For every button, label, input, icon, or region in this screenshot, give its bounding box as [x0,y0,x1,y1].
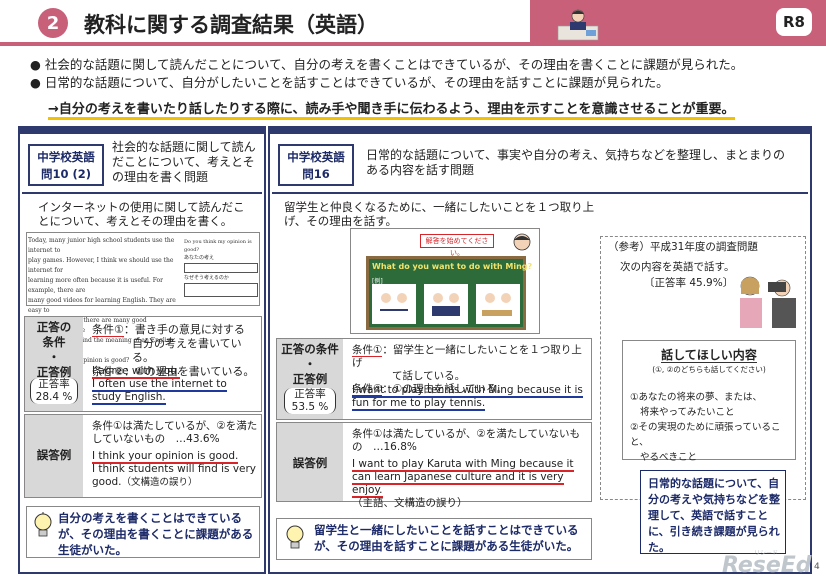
reference-title: （参考）平成31年度の調査問題 [608,241,758,253]
left-divider [22,192,262,194]
form-label-opinion: あなたの考え [184,255,215,261]
right-question-label: 中学校英語 問16 [278,144,354,186]
correct-label-dot: ・ [48,350,60,364]
right-wrong-desc: 条件①は満たしているが、②を満たしていないもの …16.8% [352,428,580,453]
right-correct-label: 正答の条件 ・ 正答例 [277,342,343,387]
ming-face-icon [513,233,531,251]
correct-label-dot: ・ [304,357,316,371]
rate-label: 正答率 [38,378,70,390]
lightbulb-icon [34,512,52,537]
left-example-1: I agree with you. [92,365,181,379]
left-example-2: I often use the internet to study Englis… [92,378,227,405]
passage-line: many good videos for learning English. T… [28,297,176,314]
summary-bullet: ● 社会的な話題に関して読んだことについて、自分の考えを書くことはできているが、… [30,57,744,72]
right-example: I want to play tennis with Ming because … [352,384,588,411]
right-rate-box: 正答率 53.5 % [284,388,336,414]
right-wrong-note: （主語、文構造の誤り） [352,497,468,509]
key-point: →自分の考えを書いたり話したりする際に、読み手や聞き手に伝わるよう、理由を示すこ… [48,98,735,120]
page-title: 教科に関する調査結果（英語） [84,13,378,37]
talk-item: ①あなたの将来の夢、または、 [630,392,763,403]
left-tip-text: 自分の考えを書くことはできているが、その理由を書くことに課題がある生徒がいた。 [58,511,254,557]
right-wrong-content: 条件①は満たしているが、②を満たしていないもの …16.8% I want to… [352,428,588,510]
right-question-number: 問16 [302,167,330,181]
form-label-reason: なぜそう考えるのか [184,275,229,281]
site-logo-small: リシード [754,550,779,557]
summary-bullet: ● 日常的な話題について、自分がしたいことを話すことはできているが、その理由を話… [30,75,669,90]
board-question: What do you want to do with Ming? [372,262,533,271]
screen-caption: 解答を始めてください。 [420,234,494,257]
rate-value: 28.4 % [35,391,73,403]
rate-label: 正答率 [294,388,326,400]
region-badge: R8 [776,8,812,36]
right-wrong-label: 誤答例 [292,456,328,470]
closing-text: 日常的な話題について、自分の考えや気持ちなどを整理して、英語で話すことに、引き続… [648,477,780,554]
passage-line: learning more often because it is useful… [28,277,164,294]
correct-label-line: 条件 [42,335,66,349]
left-wrong-desc: していないもの …43.6% [92,433,220,445]
student-illustration [557,9,599,41]
left-wrong-content: 条件①は満たしているが、②を満た していないもの …43.6% I think … [92,420,258,489]
reference-rate: 〔正答率 45.9%〕 [644,277,734,289]
right-cond1: 条件①：留学生と一緒にしたいことを１つ取り上げ [352,344,582,369]
correct-label-line: 正答例 [292,372,328,386]
right-panel-topbar [270,128,810,134]
right-prompt: 留学生と仲良くなるために、一緒にしたいことを１つ取り上げ、その理由を話す。 [284,200,595,228]
left-wrong-label: 誤答例 [36,448,72,462]
talk-item: やるべきこと [640,452,698,463]
left-wrong-note: （文構造の誤り） [121,477,198,488]
correct-label-line: 正答の [36,320,72,334]
talk-sub: (①, ②のどちらも話してください) [652,365,766,374]
passage-line: Today, many junior high school students … [28,237,175,254]
left-cond1b: 自分の考えを書いている。 [132,337,242,364]
correct-label-line: 正答の条件 [281,342,339,356]
right-question-desc: 日常的な話題について、事実や自分の考え、気持ちなどを整理し、まとまりのある内容を… [366,148,786,177]
activity-illustrations [372,284,520,324]
talk-title-text: 話してほしい内容 [661,348,757,363]
left-examples: I agree with you. I often use the intern… [92,365,258,405]
left-question-desc: 社会的な話題に関して読んだことについて、考えとその理由を書く問題 [112,140,256,184]
answer-form: Do you think my opinion is good? あなたの考え … [184,238,258,297]
right-wrong-example: I want to play Karuta with Ming because … [352,458,588,498]
section-number-badge: 2 [38,8,68,38]
reporter-illustration [740,276,796,328]
left-question-label: 中学校英語 問10 (2) [28,144,104,186]
rate-value: 53.5 % [291,401,329,413]
form-answer-box [184,283,258,297]
left-wrong-desc: 条件①は満たしているが、②を満た [92,420,258,432]
left-correct-label: 正答の 条件 ・ 正答例 [25,320,83,380]
right-divider [272,192,808,194]
lightbulb-icon [286,525,304,549]
left-wrong-example-2: I think students will find is very good.… [92,463,258,489]
left-rate-box: 正答率 28.4 % [30,378,78,404]
left-question-number: 問10 (2) [40,167,92,181]
key-point-text: →自分の考えを書いたり話したりする際に、読み手や聞き手に伝わるよう、理由を示すこ… [48,102,735,120]
right-cond1b: て話している。 [392,370,466,382]
passage-line: play games. However, I think we should u… [28,257,174,274]
form-question: Do you think my opinion is good? [184,239,252,253]
left-wrong-example-1: I think your opinion is good. [92,450,239,464]
form-answer-box [184,263,258,273]
right-tip-text: 留学生と一緒にしたいことを話すことはできているが、その理由を話すことに課題がある… [314,523,579,553]
page-number: 4 [814,562,820,572]
talk-item: 将来やってみたいこと [640,407,735,418]
talk-item: ②その実現のために頑張っていること、 [630,422,781,448]
left-question-subject: 中学校英語 [37,150,95,164]
right-example-text: I want to play tennis with Ming because … [352,384,583,411]
right-wrong-example-text: I want to play Karuta with Ming because … [352,458,574,498]
summary-bullets: ● 社会的な話題に関して読んだことについて、自分の考えを書くことはできているが、… [30,56,820,92]
left-prompt: インターネットの使用に関して読んだことについて、考えとその理由を書く。 [38,200,245,228]
left-cond1: 条件①：書き手の意見に対する [92,323,245,337]
right-question-subject: 中学校英語 [287,150,345,164]
left-panel-topbar [20,128,264,134]
talk-title: 話してほしい内容 [622,346,796,363]
talk-items: ①あなたの将来の夢、または、 将来やってみたいこと ②その実現のために頑張ってい… [630,390,796,465]
reference-desc: 次の内容を英語で話す。 [620,261,735,273]
